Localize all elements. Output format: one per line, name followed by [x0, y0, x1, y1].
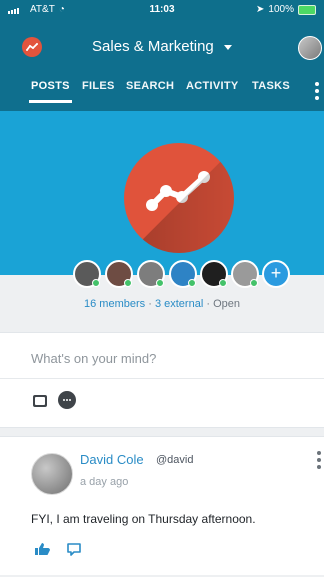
member-meta: 16 members · 3 external · Open	[0, 298, 324, 310]
tab-activity[interactable]: ACTIVITY	[186, 80, 239, 92]
image-icon[interactable]	[33, 395, 47, 407]
avatar[interactable]	[31, 453, 73, 495]
battery-icon	[298, 4, 316, 15]
post-card: David Cole @david a day ago FYI, I am tr…	[0, 436, 324, 575]
meta-separator: ·	[206, 298, 210, 310]
top-header: Sales & Marketing POSTS FILES SEARCH ACT…	[0, 20, 324, 111]
member-avatar[interactable]	[105, 260, 133, 288]
member-avatar[interactable]	[73, 260, 101, 288]
member-avatar[interactable]	[231, 260, 259, 288]
post-body: FYI, I am traveling on Thursday afternoo…	[31, 512, 256, 526]
members-section: + 16 members · 3 external · Open	[0, 260, 324, 330]
thumbs-up-icon[interactable]	[34, 542, 50, 556]
status-right: ➤ 100%	[256, 4, 316, 15]
post-author-name[interactable]: David Cole	[80, 452, 144, 467]
composer-input[interactable]: What's on your mind?	[31, 351, 156, 366]
more-vertical-icon[interactable]	[315, 82, 319, 100]
chevron-down-icon	[223, 44, 232, 50]
group-logo	[124, 143, 234, 253]
member-avatar[interactable]	[200, 260, 228, 288]
tab-search[interactable]: SEARCH	[126, 80, 174, 92]
workspace-switcher[interactable]: Sales & Marketing	[0, 38, 324, 55]
post-author-handle: @david	[156, 454, 194, 466]
profile-avatar[interactable]	[298, 36, 322, 60]
more-vertical-icon[interactable]	[317, 451, 321, 469]
tab-bar: POSTS FILES SEARCH ACTIVITY TASKS	[0, 80, 324, 111]
plus-icon[interactable]: +	[262, 260, 290, 288]
tab-files[interactable]: FILES	[82, 80, 115, 92]
tab-tasks[interactable]: TASKS	[252, 80, 290, 92]
member-avatar[interactable]	[169, 260, 197, 288]
battery-label: 100%	[268, 4, 294, 15]
post-composer[interactable]: What's on your mind?	[0, 332, 324, 428]
post-timestamp: a day ago	[80, 476, 129, 488]
location-icon: ➤	[256, 4, 265, 15]
external-count-link[interactable]: 3 external	[155, 298, 203, 310]
members-count-link[interactable]: 16 members	[84, 298, 145, 310]
meta-separator: ·	[148, 298, 152, 310]
composer-divider	[0, 378, 324, 379]
tab-posts[interactable]: POSTS	[29, 80, 72, 103]
member-avatar[interactable]	[137, 260, 165, 288]
comment-icon[interactable]	[66, 542, 82, 556]
status-bar: AT&T ◔ 11:03 ➤ 100%	[0, 0, 324, 20]
more-horizontal-icon[interactable]	[58, 391, 76, 409]
privacy-label: Open	[213, 298, 240, 310]
workspace-name: Sales & Marketing	[92, 38, 214, 55]
